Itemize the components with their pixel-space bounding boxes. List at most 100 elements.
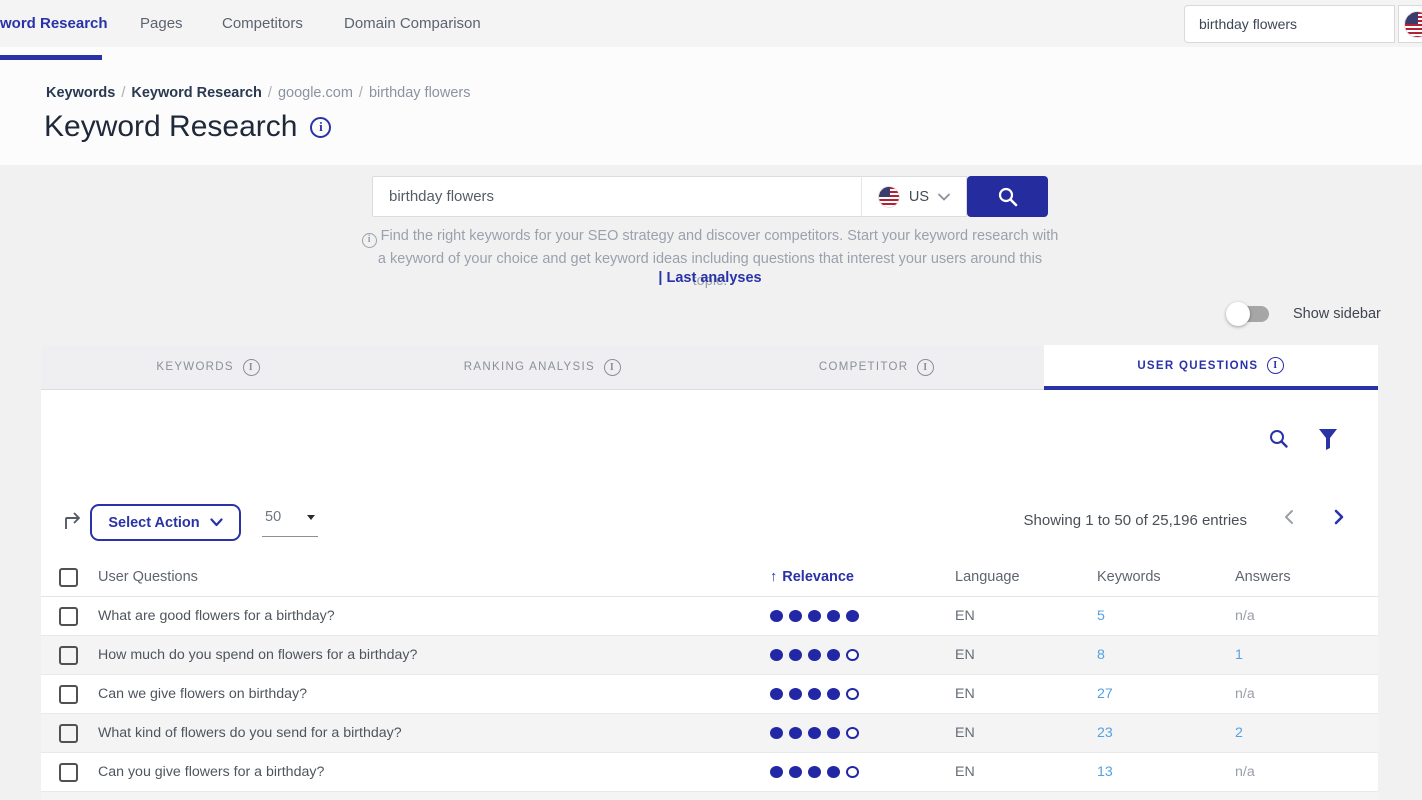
answers-cell: n/a (1235, 764, 1255, 780)
chevron-down-icon (210, 518, 223, 527)
relevance-dot-filled (827, 649, 840, 661)
row-checkbox[interactable] (59, 724, 78, 743)
prev-page-icon[interactable] (1282, 509, 1296, 525)
keywords-link[interactable]: 27 (1097, 686, 1113, 702)
nav-item-competitors[interactable]: Competitors (222, 15, 303, 32)
answers-cell[interactable]: 2 (1235, 725, 1243, 741)
info-icon[interactable]: i (917, 359, 934, 376)
header-language: Language (955, 569, 1097, 585)
next-page-icon[interactable] (1332, 509, 1346, 525)
table-row-partial (41, 792, 1378, 800)
search-button[interactable] (967, 176, 1048, 217)
breadcrumb-separator: / (268, 85, 272, 101)
select-action-button[interactable]: Select Action (90, 504, 241, 541)
export-icon[interactable] (61, 508, 85, 532)
active-nav-underline (0, 55, 102, 60)
relevance-dot-filled (789, 766, 802, 778)
nav-item-keyword-research[interactable]: word Research (0, 15, 108, 32)
page-size-value: 50 (265, 509, 281, 525)
relevance-dots (770, 727, 955, 739)
select-all-checkbox[interactable] (59, 568, 78, 587)
last-analyses-link[interactable]: | Last analyses (372, 270, 1048, 286)
tab-competitor[interactable]: COMPETITOR i (710, 345, 1044, 390)
relevance-dot-filled (770, 688, 783, 700)
row-checkbox[interactable] (59, 685, 78, 704)
relevance-dot-filled (789, 727, 802, 739)
row-checkbox[interactable] (59, 607, 78, 626)
keywords-link[interactable]: 13 (1097, 764, 1113, 780)
relevance-dot-filled (827, 766, 840, 778)
keywords-link[interactable]: 23 (1097, 725, 1113, 741)
country-code: US (909, 189, 929, 205)
header-user-questions: User Questions (98, 569, 770, 585)
info-icon[interactable]: i (243, 359, 260, 376)
keywords-link[interactable]: 5 (1097, 608, 1105, 624)
tab-ranking-analysis[interactable]: RANKING ANALYSIS i (375, 345, 709, 390)
relevance-dot-filled (808, 610, 821, 622)
keywords-link[interactable]: 8 (1097, 647, 1105, 663)
relevance-dots (770, 766, 955, 778)
dropdown-triangle-icon (307, 515, 315, 520)
relevance-dot-empty (846, 649, 859, 661)
title-info-icon[interactable]: i (310, 117, 331, 138)
tab-keywords[interactable]: KEYWORDS i (41, 345, 375, 390)
language-cell: EN (955, 608, 1097, 624)
language-cell: EN (955, 764, 1097, 780)
info-icon[interactable]: i (1267, 357, 1284, 374)
breadcrumb-keyword: birthday flowers (369, 85, 471, 101)
relevance-dot-filled (808, 727, 821, 739)
relevance-dot-filled (770, 727, 783, 739)
page-title: Keyword Research i (44, 110, 331, 144)
header-band (0, 47, 1422, 165)
language-cell: EN (955, 647, 1097, 663)
nav-item-domain-comparison[interactable]: Domain Comparison (344, 15, 481, 32)
relevance-dot-filled (770, 766, 783, 778)
question-cell: How much do you spend on flowers for a b… (98, 647, 770, 663)
info-icon: i (362, 233, 377, 248)
language-cell: EN (955, 686, 1097, 702)
relevance-dot-filled (827, 727, 840, 739)
page-size-select[interactable]: 50 (262, 507, 318, 537)
relevance-dot-filled (827, 688, 840, 700)
topnav-country-selector[interactable] (1398, 5, 1422, 43)
relevance-dots (770, 649, 955, 661)
results-card: KEYWORDS i RANKING ANALYSIS i COMPETITOR… (41, 345, 1378, 800)
info-icon[interactable]: i (604, 359, 621, 376)
relevance-dot-filled (789, 649, 802, 661)
header-relevance-label: Relevance (782, 569, 854, 585)
row-checkbox[interactable] (59, 646, 78, 665)
select-action-label: Select Action (108, 515, 199, 531)
table-search-icon[interactable] (1268, 428, 1290, 450)
table-row: Can you give flowers for a birthday? EN … (41, 753, 1378, 792)
answers-cell[interactable]: 1 (1235, 647, 1243, 663)
toggle-knob (1226, 302, 1250, 326)
relevance-dot-filled (808, 649, 821, 661)
filter-icon[interactable] (1318, 428, 1338, 451)
relevance-dots (770, 688, 955, 700)
country-selector[interactable]: US (861, 176, 967, 217)
breadcrumb-separator: / (121, 85, 125, 101)
us-flag-icon (878, 186, 900, 208)
row-checkbox[interactable] (59, 763, 78, 782)
page-title-text: Keyword Research (44, 110, 297, 144)
tab-user-questions[interactable]: USER QUESTIONS i (1044, 345, 1378, 390)
keyword-search-bar: US (372, 176, 1048, 217)
topnav-search-input[interactable] (1185, 16, 1394, 32)
table-body: What are good flowers for a birthday? EN… (41, 597, 1378, 800)
nav-item-pages[interactable]: Pages (140, 15, 183, 32)
language-cell: EN (955, 725, 1097, 741)
header-relevance[interactable]: ↑ Relevance (770, 569, 955, 585)
table-row: What are good flowers for a birthday? EN… (41, 597, 1378, 636)
show-sidebar-toggle[interactable] (1229, 306, 1269, 322)
answers-cell: n/a (1235, 686, 1255, 702)
showing-entries-text: Showing 1 to 50 of 25,196 entries (1001, 512, 1247, 529)
breadcrumb-keyword-research[interactable]: Keyword Research (131, 85, 262, 101)
question-cell: Can you give flowers for a birthday? (98, 764, 770, 780)
relevance-dot-filled (770, 610, 783, 622)
breadcrumb-keywords[interactable]: Keywords (46, 85, 115, 101)
table-row: What kind of flowers do you send for a b… (41, 714, 1378, 753)
header-keywords: Keywords (1097, 569, 1235, 585)
keyword-search-input[interactable] (372, 176, 861, 217)
chevron-down-icon (938, 193, 950, 201)
tab-label: KEYWORDS (156, 361, 234, 373)
